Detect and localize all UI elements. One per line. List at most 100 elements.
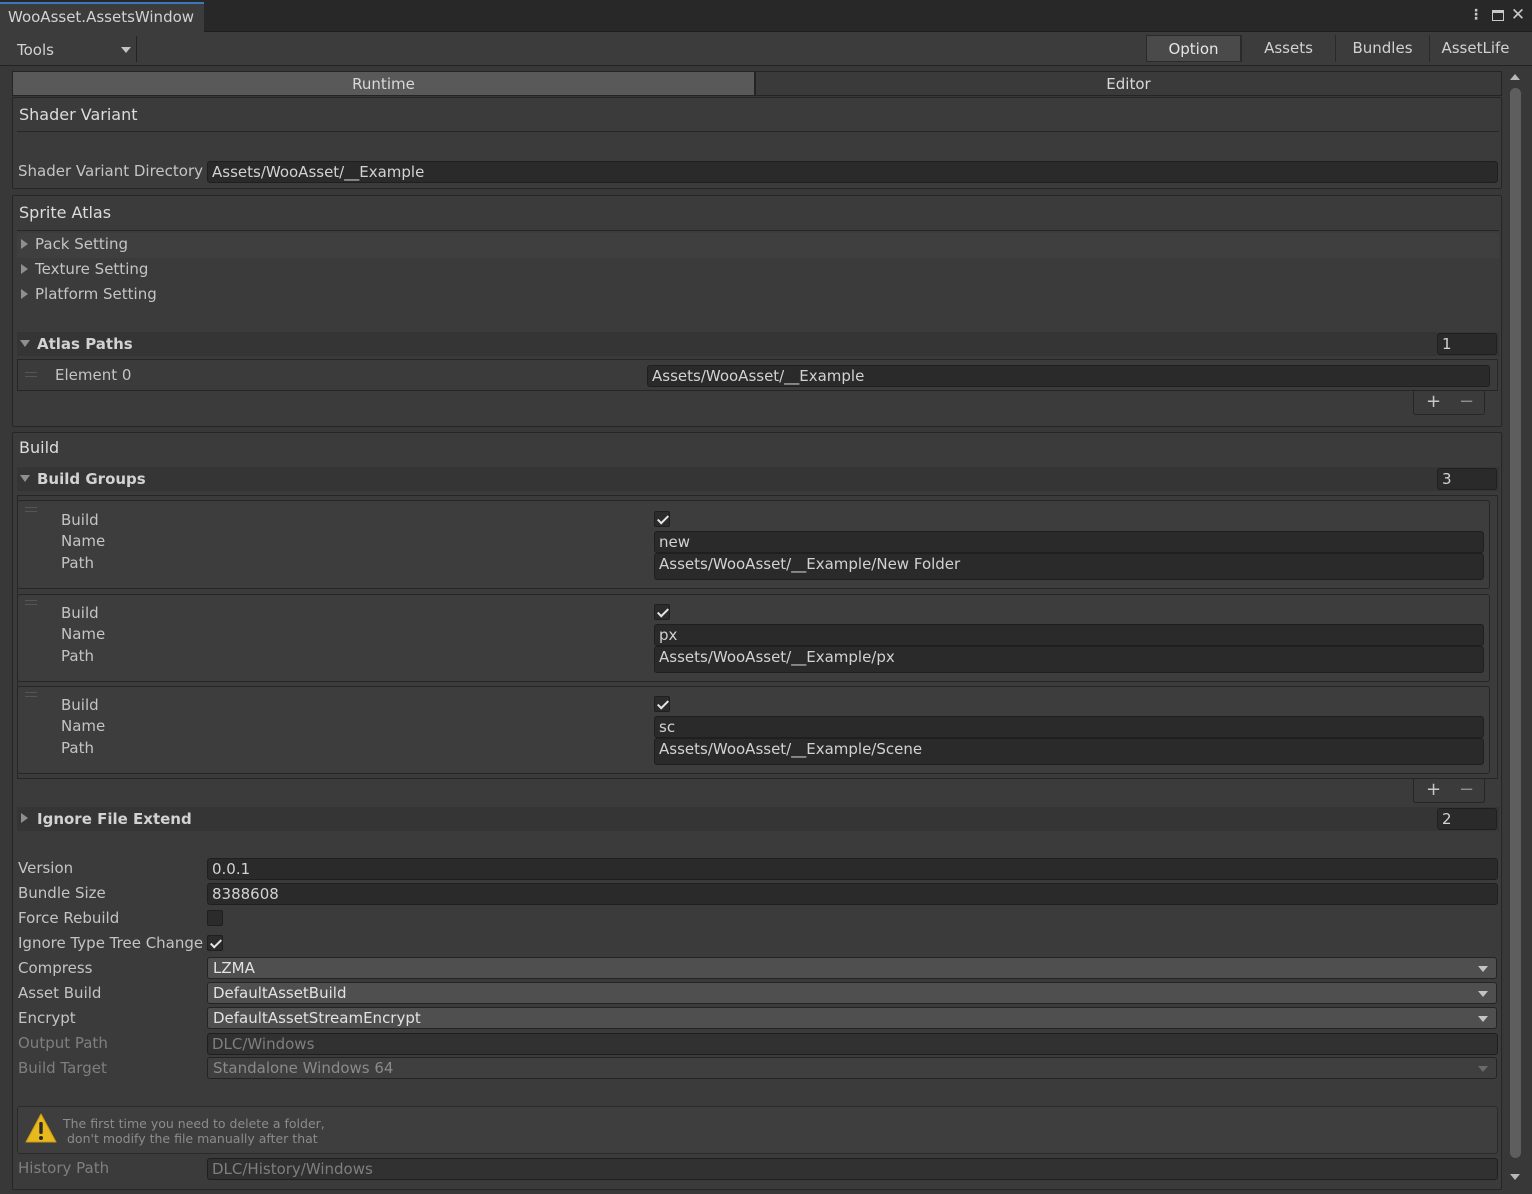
window-tab[interactable]: WooAsset.AssetsWindow bbox=[0, 2, 205, 32]
foldout-texture-setting[interactable]: Texture Setting bbox=[17, 258, 1499, 283]
asset-build-value: DefaultAssetBuild bbox=[213, 984, 347, 1002]
ignore-type-tree-checkbox[interactable] bbox=[207, 935, 223, 951]
maximize-icon[interactable] bbox=[1490, 6, 1506, 24]
shader-variant-directory-field[interactable]: Assets/WooAsset/__Example bbox=[207, 161, 1498, 183]
output-path-label: Output Path bbox=[18, 1034, 108, 1052]
build-group-build-checkbox[interactable] bbox=[654, 511, 670, 527]
mode-tab-runtime[interactable]: Runtime bbox=[12, 71, 755, 96]
asset-build-dropdown[interactable]: DefaultAssetBuild bbox=[207, 982, 1497, 1004]
warning-text-line1: The first time you need to delete a fold… bbox=[63, 1116, 325, 1131]
atlas-paths-header[interactable]: Atlas Paths bbox=[17, 332, 1499, 356]
add-group-button[interactable]: + bbox=[1426, 779, 1441, 801]
build-group-build-label: Build bbox=[61, 604, 99, 622]
kebab-menu-icon[interactable]: ⋮ bbox=[1468, 6, 1484, 24]
close-icon[interactable]: ✕ bbox=[1510, 6, 1526, 24]
pack-setting-label: Pack Setting bbox=[35, 235, 128, 253]
build-group-name-field[interactable]: px bbox=[654, 624, 1484, 646]
build-target-value: Standalone Windows 64 bbox=[213, 1059, 394, 1077]
build-groups-buttons: + − bbox=[1413, 779, 1485, 803]
build-group-build-checkbox[interactable] bbox=[654, 696, 670, 712]
bundle-size-field[interactable]: 8388608 bbox=[207, 883, 1498, 905]
scroll-up-icon[interactable] bbox=[1510, 74, 1520, 80]
drag-handle-icon[interactable] bbox=[25, 600, 37, 605]
force-rebuild-checkbox[interactable] bbox=[207, 910, 223, 926]
foldout-arrow-icon bbox=[20, 340, 30, 347]
tab-assetlife[interactable]: AssetLife bbox=[1429, 35, 1521, 62]
checkmark-icon bbox=[656, 512, 670, 525]
tab-option[interactable]: Option bbox=[1146, 35, 1241, 62]
ignore-file-extend-label: Ignore File Extend bbox=[37, 810, 192, 828]
scroll-thumb[interactable] bbox=[1510, 88, 1521, 1158]
ignore-type-tree-label: Ignore Type Tree Change: bbox=[18, 934, 204, 952]
build-group-path-field[interactable]: Assets/WooAsset/__Example/Scene bbox=[654, 738, 1484, 765]
atlas-paths-label: Atlas Paths bbox=[37, 335, 133, 353]
atlas-paths-count[interactable]: 1 bbox=[1437, 333, 1497, 355]
encrypt-value: DefaultAssetStreamEncrypt bbox=[213, 1009, 421, 1027]
tab-bundles[interactable]: Bundles bbox=[1335, 35, 1429, 62]
mode-tab-editor-label: Editor bbox=[1106, 75, 1151, 93]
platform-setting-label: Platform Setting bbox=[35, 285, 157, 303]
encrypt-dropdown[interactable]: DefaultAssetStreamEncrypt bbox=[207, 1007, 1497, 1029]
tab-assetlife-label: AssetLife bbox=[1441, 39, 1510, 57]
build-groups-count[interactable]: 3 bbox=[1437, 468, 1497, 490]
dropdown-caret-icon bbox=[1478, 1016, 1488, 1022]
atlas-element-label: Element 0 bbox=[55, 366, 132, 384]
version-field[interactable]: 0.0.1 bbox=[207, 858, 1498, 880]
scroll-down-icon[interactable] bbox=[1510, 1174, 1520, 1180]
foldout-platform-setting[interactable]: Platform Setting bbox=[17, 283, 1499, 308]
warning-text-line2: don't modify the file manually after tha… bbox=[67, 1131, 318, 1146]
drag-handle-icon[interactable] bbox=[25, 507, 37, 512]
dropdown-caret-icon bbox=[1478, 991, 1488, 997]
build-groups-header[interactable]: Build Groups bbox=[17, 467, 1499, 491]
build-group-name-label: Name bbox=[61, 717, 106, 735]
output-path-field: DLC/Windows bbox=[207, 1033, 1498, 1055]
mode-tab-runtime-label: Runtime bbox=[352, 75, 415, 93]
foldout-arrow-icon bbox=[21, 813, 28, 823]
build-group-path-label: Path bbox=[61, 739, 94, 757]
build-groups-label: Build Groups bbox=[37, 470, 146, 488]
compress-label: Compress bbox=[18, 959, 93, 977]
build-group-name-label: Name bbox=[61, 625, 106, 643]
compress-dropdown[interactable]: LZMA bbox=[207, 957, 1497, 979]
tools-label: Tools bbox=[17, 41, 54, 59]
history-path-field: DLC/History/Windows bbox=[207, 1158, 1498, 1180]
remove-element-button[interactable]: − bbox=[1459, 391, 1474, 413]
remove-group-button[interactable]: − bbox=[1459, 779, 1474, 801]
drag-handle-icon[interactable] bbox=[25, 372, 37, 377]
warning-icon bbox=[25, 1113, 57, 1143]
build-group-name-field[interactable]: new bbox=[654, 531, 1484, 553]
warning-helpbox: The first time you need to delete a fold… bbox=[17, 1106, 1498, 1154]
build-group-build-checkbox[interactable] bbox=[654, 604, 670, 620]
foldout-pack-setting[interactable]: Pack Setting bbox=[17, 233, 1499, 258]
mode-tab-editor[interactable]: Editor bbox=[755, 71, 1502, 96]
dropdown-caret-icon bbox=[121, 47, 131, 53]
dropdown-caret-icon bbox=[1478, 1066, 1488, 1072]
foldout-arrow-icon bbox=[21, 264, 28, 274]
build-group-path-field[interactable]: Assets/WooAsset/__Example/px bbox=[654, 646, 1484, 673]
tools-dropdown[interactable]: Tools bbox=[12, 36, 137, 62]
build-target-label: Build Target bbox=[18, 1059, 107, 1077]
build-group-name-field[interactable]: sc bbox=[654, 716, 1484, 738]
window-titlebar bbox=[0, 0, 1532, 32]
add-element-button[interactable]: + bbox=[1426, 391, 1441, 413]
dropdown-caret-icon bbox=[1478, 966, 1488, 972]
foldout-arrow-icon bbox=[21, 289, 28, 299]
compress-value: LZMA bbox=[213, 959, 255, 977]
foldout-arrow-icon bbox=[21, 239, 28, 249]
shader-variant-directory-label: Shader Variant Directory bbox=[18, 162, 204, 180]
window-title: WooAsset.AssetsWindow bbox=[8, 8, 195, 26]
checkmark-icon bbox=[209, 936, 223, 949]
bundle-size-label: Bundle Size bbox=[18, 884, 106, 902]
build-group-path-field[interactable]: Assets/WooAsset/__Example/New Folder bbox=[654, 553, 1484, 580]
tab-assets[interactable]: Assets bbox=[1241, 35, 1335, 62]
atlas-element-field[interactable]: Assets/WooAsset/__Example bbox=[647, 365, 1490, 387]
tab-option-label: Option bbox=[1168, 40, 1219, 58]
drag-handle-icon[interactable] bbox=[25, 692, 37, 697]
build-group-name-label: Name bbox=[61, 532, 106, 550]
ignore-file-extend-count[interactable]: 2 bbox=[1437, 808, 1497, 830]
ignore-file-extend-header[interactable]: Ignore File Extend bbox=[17, 807, 1499, 831]
checkmark-icon bbox=[656, 697, 670, 710]
build-title: Build bbox=[19, 438, 60, 457]
build-group-build-label: Build bbox=[61, 696, 99, 714]
atlas-paths-buttons: + − bbox=[1413, 391, 1485, 415]
